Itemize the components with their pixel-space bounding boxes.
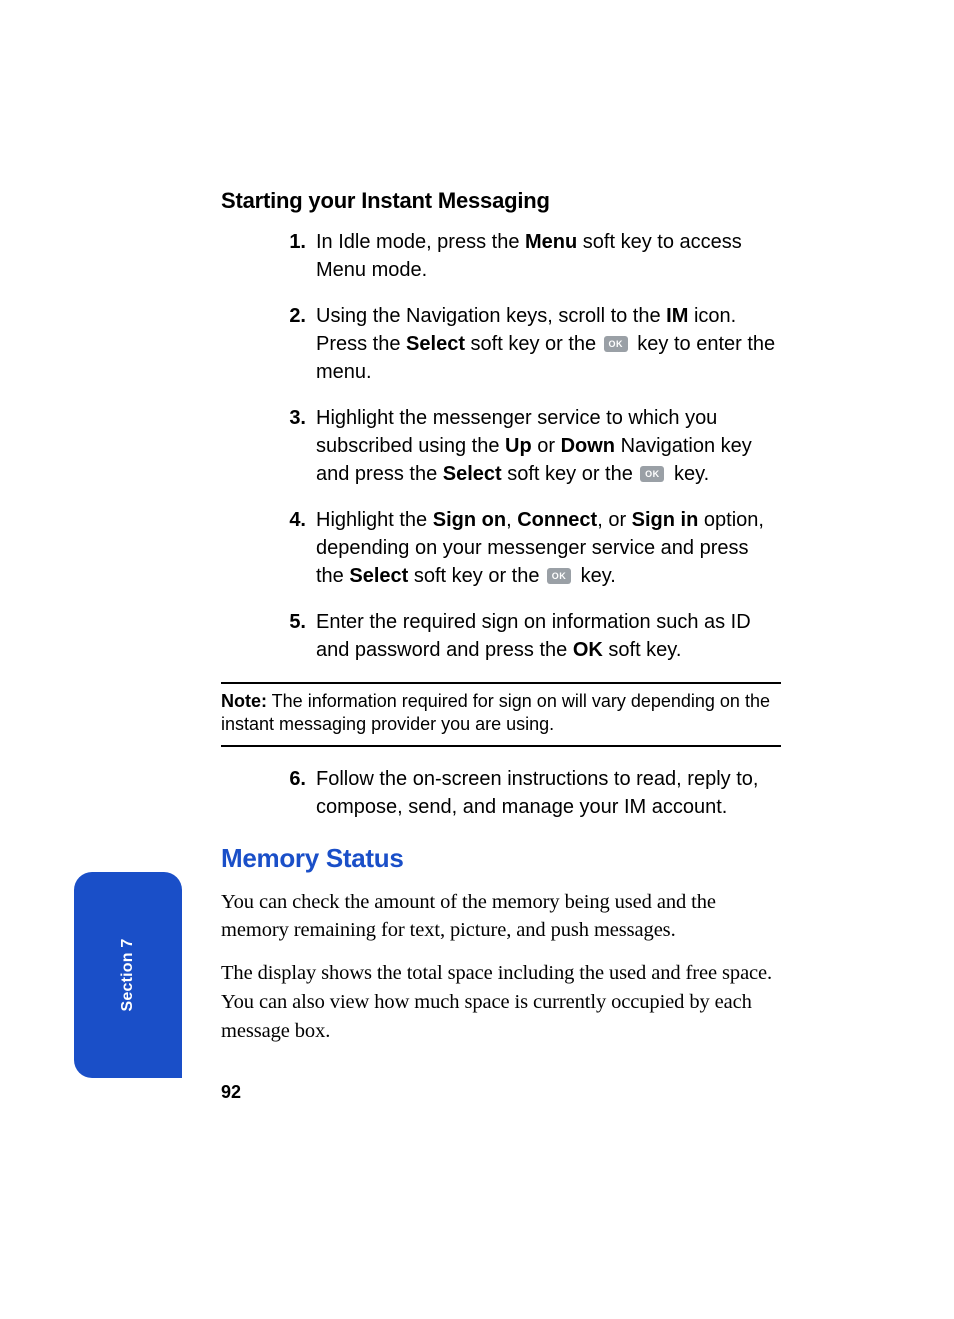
note-label: Note: <box>221 691 267 711</box>
body-paragraph: The display shows the total space includ… <box>221 959 781 1045</box>
list-item: 1.In Idle mode, press the Menu soft key … <box>221 228 781 284</box>
bold-text: Menu <box>525 231 577 253</box>
bold-text: Select <box>406 333 465 355</box>
bold-text: OK <box>573 639 603 661</box>
step-number: 3. <box>276 404 306 432</box>
instruction-list-a: 1. In Idle mode, press the Menu soft key … <box>221 228 781 664</box>
text: soft key or the <box>502 463 639 485</box>
text: Highlight the <box>316 509 433 531</box>
note-block: Note: The information required for sign … <box>221 682 781 747</box>
text: soft key or the <box>408 565 545 587</box>
body-paragraph: You can check the amount of the memory b… <box>221 888 781 945</box>
step-number: 2. <box>276 302 306 330</box>
ok-key-icon: OK <box>604 336 628 352</box>
note-text: The information required for sign on wil… <box>221 691 770 734</box>
text: or <box>532 435 561 457</box>
text: Enter the required sign on information s… <box>316 611 751 661</box>
bold-text: Select <box>349 565 408 587</box>
step-number: 6. <box>276 765 306 793</box>
list-item: 5. Enter the required sign on information… <box>221 608 781 664</box>
list-item: 4. Highlight the Sign on, Connect, or Sig… <box>221 506 781 590</box>
bold-text: Sign in <box>632 509 699 531</box>
step-number: 5. <box>276 608 306 636</box>
ok-key-icon: OK <box>547 568 571 584</box>
ok-key-icon: OK <box>640 466 664 482</box>
bold-text: Up <box>505 435 532 457</box>
bold-text: Connect <box>517 509 597 531</box>
list-item: 3.Highlight the messenger service to whi… <box>221 404 781 488</box>
list-item: 6. Follow the on-screen instructions to r… <box>221 765 781 821</box>
document-page: Starting your Instant Messaging 1. In Idl… <box>0 0 954 1319</box>
text: key. <box>668 463 709 485</box>
section-tab: Section 7 <box>74 872 182 1078</box>
text: soft key or the <box>465 333 602 355</box>
content-area: Starting your Instant Messaging 1. In Idl… <box>221 188 781 1059</box>
text: Follow the on-screen instructions to rea… <box>316 768 758 818</box>
bold-text: Down <box>561 435 615 457</box>
bold-text: IM <box>666 305 688 327</box>
bold-text: Select <box>443 463 502 485</box>
section-title-memory-status: Memory Status <box>221 843 781 874</box>
step-number: 1. <box>276 228 306 256</box>
text: , <box>506 509 517 531</box>
text: Using the Navigation keys, scroll to the <box>316 305 666 327</box>
text: key. <box>575 565 616 587</box>
text: , or <box>597 509 631 531</box>
text: In Idle mode, press the <box>316 231 525 253</box>
text: soft key. <box>603 639 682 661</box>
instruction-list-b: 6. Follow the on-screen instructions to r… <box>221 765 781 821</box>
list-item: 2. Using the Navigation keys, scroll to t… <box>221 302 781 386</box>
bold-text: Sign on <box>433 509 506 531</box>
subheading-starting-im: Starting your Instant Messaging <box>221 188 781 214</box>
page-number: 92 <box>221 1082 241 1103</box>
section-tab-label: Section 7 <box>119 939 137 1012</box>
step-number: 4. <box>276 506 306 534</box>
